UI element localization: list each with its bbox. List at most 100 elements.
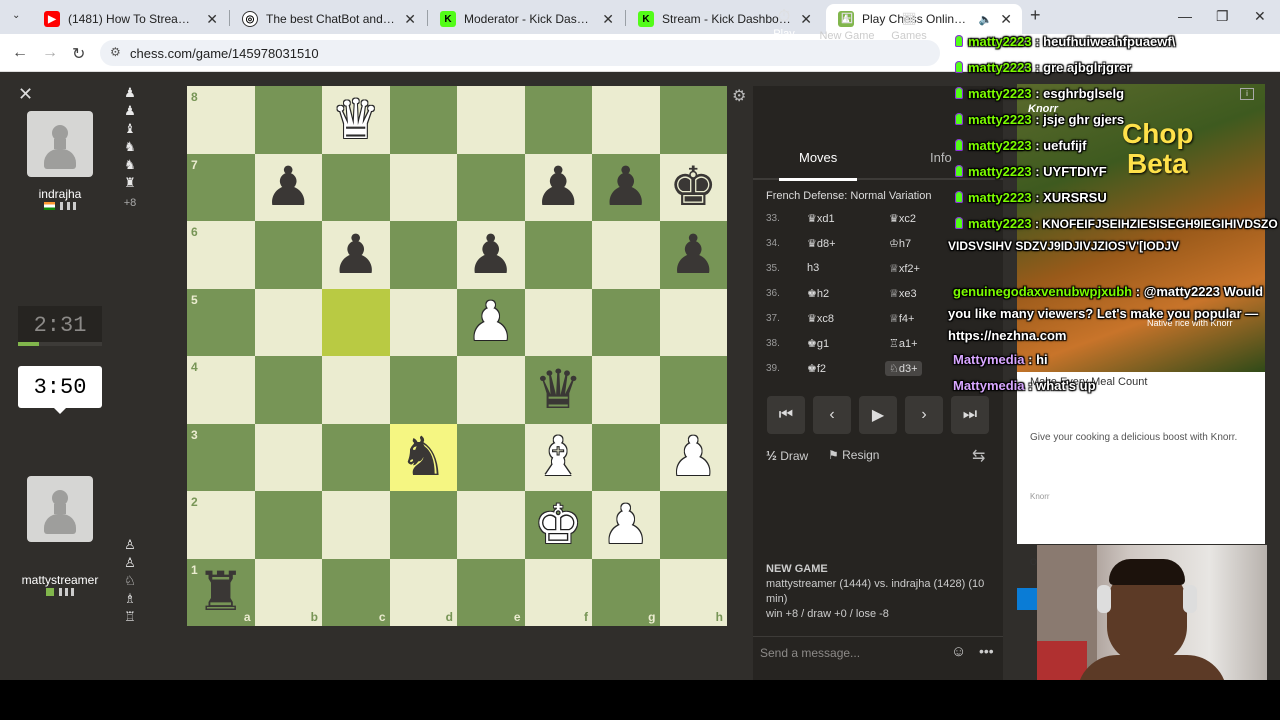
maximize-icon[interactable]: ❐: [1216, 8, 1229, 25]
tab-moves[interactable]: Moves: [778, 150, 858, 181]
move-black[interactable]: ♖a1+: [889, 337, 918, 350]
piece-f7[interactable]: ♟: [525, 154, 593, 222]
tab-play[interactable]: ⏱ Play: [764, 0, 804, 46]
piece-e6[interactable]: ♟: [457, 221, 525, 289]
square-f5[interactable]: [524, 288, 592, 356]
square-g4[interactable]: [592, 356, 660, 424]
ad-cta-button[interactable]: [1017, 588, 1039, 610]
piece-g7[interactable]: ♟: [592, 154, 660, 222]
square-a2[interactable]: 2: [187, 491, 255, 559]
square-e3[interactable]: [457, 423, 525, 491]
close-tab-icon[interactable]: ✕: [602, 11, 614, 28]
square-d5[interactable]: [389, 288, 457, 356]
close-tab-icon[interactable]: ✕: [206, 11, 218, 28]
square-d7[interactable]: [389, 153, 457, 221]
more-icon[interactable]: •••: [979, 643, 994, 659]
first-move-button[interactable]: ⏮: [767, 396, 805, 434]
browser-tab-2[interactable]: ◎ The best ChatBot and Widgets ... ✕: [230, 4, 426, 34]
piece-f3[interactable]: ♝: [525, 424, 593, 492]
tab-search-icon[interactable]: ⌄: [12, 10, 20, 21]
square-e4[interactable]: [457, 356, 525, 424]
square-a5[interactable]: 5: [187, 288, 255, 356]
move-black[interactable]: ♕f4+: [889, 312, 914, 325]
square-d6[interactable]: [389, 221, 457, 289]
chess-board[interactable]: 8 7 6 5 4 3 2 1 a b c d e f g h ♛ ♟ ♟ ♟ ♚ ♟ ♟ ♟ ♟ ♛ ♞ ♝ ♟ ♚ ♟ ♜: [187, 86, 727, 626]
square-g6[interactable]: [592, 221, 660, 289]
next-move-button[interactable]: ›: [905, 396, 943, 434]
square-c3[interactable]: [322, 423, 390, 491]
square-h8[interactable]: [659, 86, 727, 154]
square-a6[interactable]: 6: [187, 221, 255, 289]
piece-e5[interactable]: ♟: [457, 289, 525, 357]
piece-f2[interactable]: ♚: [525, 491, 593, 559]
square-d4[interactable]: [389, 356, 457, 424]
square-f6[interactable]: [524, 221, 592, 289]
square-e8[interactable]: [457, 86, 525, 154]
back-icon[interactable]: ←: [12, 44, 28, 62]
square-b1[interactable]: b: [254, 558, 322, 626]
resign-button[interactable]: ⚑ Resign: [828, 448, 879, 462]
move-white[interactable]: ♛xd1: [807, 212, 835, 225]
piece-c6[interactable]: ♟: [322, 221, 390, 289]
move-white[interactable]: ♚f2: [807, 362, 826, 375]
message-input[interactable]: Send a message... ☺ •••: [753, 636, 1003, 668]
square-a3[interactable]: 3: [187, 423, 255, 491]
square-b3[interactable]: [254, 423, 322, 491]
square-f1[interactable]: f: [524, 558, 592, 626]
square-h4[interactable]: [659, 356, 727, 424]
piece-b7[interactable]: ♟: [255, 154, 323, 222]
move-white[interactable]: ♛d8+: [807, 237, 836, 250]
reload-icon[interactable]: ↻: [72, 44, 85, 64]
move-black-current[interactable]: ♘d3+: [885, 361, 922, 376]
forward-icon[interactable]: →: [42, 44, 58, 62]
piece-g2[interactable]: ♟: [592, 491, 660, 559]
last-move-button[interactable]: ⏭: [951, 396, 989, 434]
player-name-bottom[interactable]: mattystreamer: [0, 573, 120, 587]
close-tab-icon[interactable]: ✕: [404, 11, 416, 28]
move-black[interactable]: ♔h7: [889, 237, 911, 250]
move-white[interactable]: ♚g1: [807, 337, 829, 350]
close-icon[interactable]: ✕: [18, 84, 33, 105]
square-c4[interactable]: [322, 356, 390, 424]
move-black[interactable]: ♕xe3: [889, 287, 917, 300]
new-tab-icon[interactable]: +: [1030, 5, 1041, 26]
gear-icon[interactable]: ⚙: [732, 86, 746, 106]
square-g5[interactable]: [592, 288, 660, 356]
flip-board-icon[interactable]: ⇆: [972, 446, 985, 466]
move-white[interactable]: ♚h2: [807, 287, 829, 300]
square-e7[interactable]: [457, 153, 525, 221]
square-d1[interactable]: d: [389, 558, 457, 626]
site-info-icon[interactable]: ⚙: [110, 45, 121, 59]
close-window-icon[interactable]: ✕: [1254, 8, 1266, 25]
square-a7[interactable]: 7: [187, 153, 255, 221]
square-b5[interactable]: [254, 288, 322, 356]
square-e2[interactable]: [457, 491, 525, 559]
browser-tab-1[interactable]: ▶ (1481) How To Stream On Kick ... ✕: [32, 4, 228, 34]
piece-h3[interactable]: ♟: [660, 424, 728, 492]
square-h5[interactable]: [659, 288, 727, 356]
minimize-icon[interactable]: —: [1178, 8, 1192, 24]
avatar-bottom[interactable]: [27, 476, 93, 542]
square-d8[interactable]: [389, 86, 457, 154]
tab-new-game[interactable]: ⊞ New Game: [818, 0, 876, 46]
square-c2[interactable]: [322, 491, 390, 559]
square-b4[interactable]: [254, 356, 322, 424]
piece-a1[interactable]: ♜: [187, 559, 255, 627]
prev-move-button[interactable]: ‹: [813, 396, 851, 434]
square-g1[interactable]: g: [592, 558, 660, 626]
square-h2[interactable]: [659, 491, 727, 559]
play-button[interactable]: ▶: [859, 396, 897, 434]
square-e1[interactable]: e: [457, 558, 525, 626]
avatar-top[interactable]: [27, 111, 93, 177]
tab-games[interactable]: ▦ Games: [889, 0, 929, 46]
move-white[interactable]: h3: [807, 262, 819, 274]
square-f8[interactable]: [524, 86, 592, 154]
square-a8[interactable]: 8: [187, 86, 255, 154]
url-field[interactable]: ⚙ chess.com/game/145978031510: [100, 40, 940, 66]
draw-button[interactable]: ½ Draw: [766, 448, 808, 463]
square-b2[interactable]: [254, 491, 322, 559]
player-name-top[interactable]: indrajha: [0, 187, 120, 201]
square-h1[interactable]: h: [659, 558, 727, 626]
square-b6[interactable]: [254, 221, 322, 289]
square-g3[interactable]: [592, 423, 660, 491]
